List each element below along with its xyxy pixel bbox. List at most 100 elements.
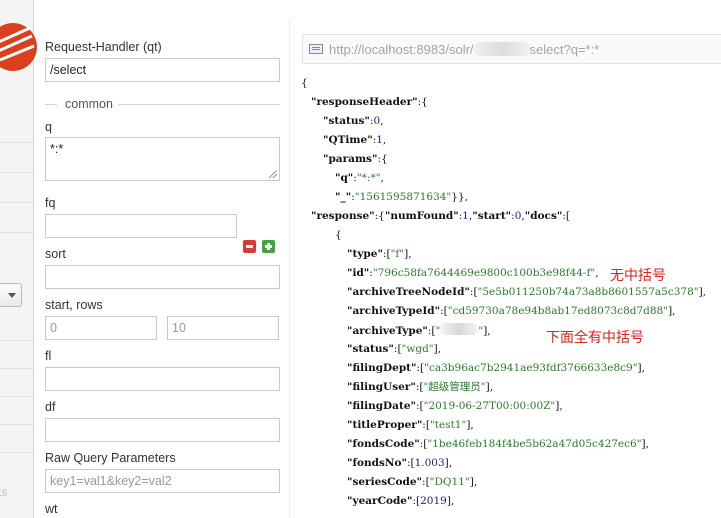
fq-label: fq <box>45 196 56 210</box>
json-punct: ], <box>637 362 645 374</box>
nav-divider <box>0 396 33 397</box>
json-string: "796c58fa7644469e9800c100b3e98f44-f" <box>372 267 596 279</box>
json-line: { <box>335 228 342 243</box>
json-punct: :{ <box>417 96 428 108</box>
json-key: "params" <box>323 153 378 165</box>
json-string: "*:*" <box>356 172 381 184</box>
json-punct: :[ <box>382 248 391 260</box>
json-punct: :[ <box>422 419 430 431</box>
json-key: "_" <box>335 191 352 203</box>
start-rows-label: start, rows <box>45 298 103 312</box>
json-punct: :[ <box>412 495 421 507</box>
json-line: "filingUser":["超级管理员"], <box>347 380 493 395</box>
chevron-down-icon <box>8 293 16 298</box>
json-line: "status":["wgd"], <box>347 342 441 357</box>
df-input[interactable] <box>45 418 280 442</box>
annotation-all-brackets: 下面全有中括号 <box>546 330 644 346</box>
left-nav: ts <box>0 0 37 518</box>
json-key: "id" <box>347 267 370 279</box>
url-prefix: http://localhost:8983/solr/ <box>329 42 474 57</box>
json-key: "docs" <box>524 210 563 222</box>
solr-logo-icon <box>0 23 37 71</box>
json-punct: , <box>595 267 599 279</box>
json-line: "fondsCode":["1be46feb184f4be5b62a47d05c… <box>347 437 649 452</box>
nav-divider <box>0 368 33 369</box>
json-key: "seriesCode" <box>347 476 423 488</box>
json-line: "filingDept":["ca3b96ac7b2941ae93fdf3766… <box>347 361 645 376</box>
add-fq-button[interactable] <box>262 240 275 253</box>
json-string: "1be46feb184f4be5b62a47d05c427ec6" <box>427 438 642 450</box>
json-string: "wgd" <box>401 343 434 355</box>
json-line: "responseHeader":{ <box>311 95 428 110</box>
json-key: "archiveTreeNodeId" <box>347 286 470 298</box>
core-selector-dropdown[interactable] <box>0 283 22 307</box>
remove-fq-button[interactable] <box>243 240 256 253</box>
nav-partial-label: ts <box>0 485 8 499</box>
raw-params-input[interactable]: key1=val1&key2=val2 <box>45 469 280 493</box>
json-line: "archiveTypeId":["cd59730a78e94b8ab17ed8… <box>347 304 676 319</box>
json-string: "f" <box>390 248 405 260</box>
rows-input[interactable]: 10 <box>167 316 279 340</box>
nav-divider <box>0 172 33 173</box>
json-string: "5e5b011250b74a73a8b8601557a5c378" <box>477 286 699 298</box>
nav-divider <box>0 452 33 453</box>
json-punct: ], <box>555 400 563 412</box>
request-url-link[interactable]: http://localhost:8983/solr/select?q=*:* <box>329 42 599 57</box>
json-string: "ca3b96ac7b2941ae93fdf3766633e8c9" <box>424 362 638 374</box>
start-input[interactable]: 0 <box>45 316 157 340</box>
solr-query-page: ts Request-Handler (qt) /select common q… <box>0 0 721 518</box>
request-handler-input[interactable]: /select <box>45 58 280 82</box>
q-label: q <box>45 120 52 134</box>
sort-label: sort <box>45 247 66 261</box>
json-key: "filingDept" <box>347 362 417 374</box>
json-punct: :[ <box>427 325 436 337</box>
json-key: "type" <box>347 248 383 260</box>
json-number: 2019 <box>420 495 447 507</box>
json-punct: ], <box>433 343 442 355</box>
json-key: "filingDate" <box>347 400 416 412</box>
json-line: "status":0, <box>323 114 383 129</box>
json-punct: :[ <box>393 343 402 355</box>
request-url-bar[interactable]: http://localhost:8983/solr/select?q=*:* <box>302 34 721 64</box>
json-punct: :[ <box>415 400 424 412</box>
json-line: "q":"*:*", <box>335 171 384 186</box>
json-punct: :[ <box>422 476 430 488</box>
json-punct: ], <box>668 305 676 317</box>
json-key: "response" <box>311 210 375 222</box>
json-string: "2019-06-27T00:00:00Z" <box>423 400 556 412</box>
sort-input[interactable] <box>45 265 280 289</box>
fl-input[interactable] <box>45 367 280 391</box>
json-punct: ], <box>446 495 455 507</box>
json-line: "id":"796c58fa7644469e9800c100b3e98f44-f… <box>347 266 599 281</box>
json-line: "type":["f"], <box>347 247 412 262</box>
response-panel: http://localhost:8983/solr/select?q=*:* … <box>290 0 721 518</box>
q-textarea[interactable]: *:* <box>45 137 280 181</box>
json-line: "params":{ <box>323 152 388 167</box>
redacted-value <box>440 323 479 335</box>
common-legend: common <box>61 97 117 111</box>
request-handler-label: Request-Handler (qt) <box>45 40 162 54</box>
json-punct: , <box>382 134 387 146</box>
json-punct: ], <box>404 248 412 260</box>
json-key: "numFound" <box>384 210 459 222</box>
json-key: "yearCode" <box>347 495 413 507</box>
url-suffix: select?q=*:* <box>529 42 600 57</box>
json-punct: ], <box>444 457 453 469</box>
json-punct: { <box>335 229 342 241</box>
json-punct: }}, <box>451 191 468 203</box>
redacted-core-name <box>473 42 530 56</box>
nav-divider <box>0 202 33 203</box>
json-line: "_":"1561595871634"}}, <box>335 190 468 205</box>
annotation-no-brackets: 无中括号 <box>610 268 666 284</box>
json-punct: ], <box>641 438 649 450</box>
json-punct: ], <box>483 325 491 337</box>
json-line: "seriesCode":["DQ11"], <box>347 475 477 490</box>
json-punct: :[ <box>469 286 478 298</box>
json-key: "status" <box>347 343 394 355</box>
json-punct: :[ <box>406 457 415 469</box>
fq-input[interactable] <box>45 214 237 238</box>
json-string: "test1" <box>429 419 467 431</box>
json-line: "filingDate":["2019-06-27T00:00:00Z"], <box>347 399 563 414</box>
resize-grip-icon[interactable] <box>269 170 277 178</box>
json-punct: :{ <box>377 153 388 165</box>
